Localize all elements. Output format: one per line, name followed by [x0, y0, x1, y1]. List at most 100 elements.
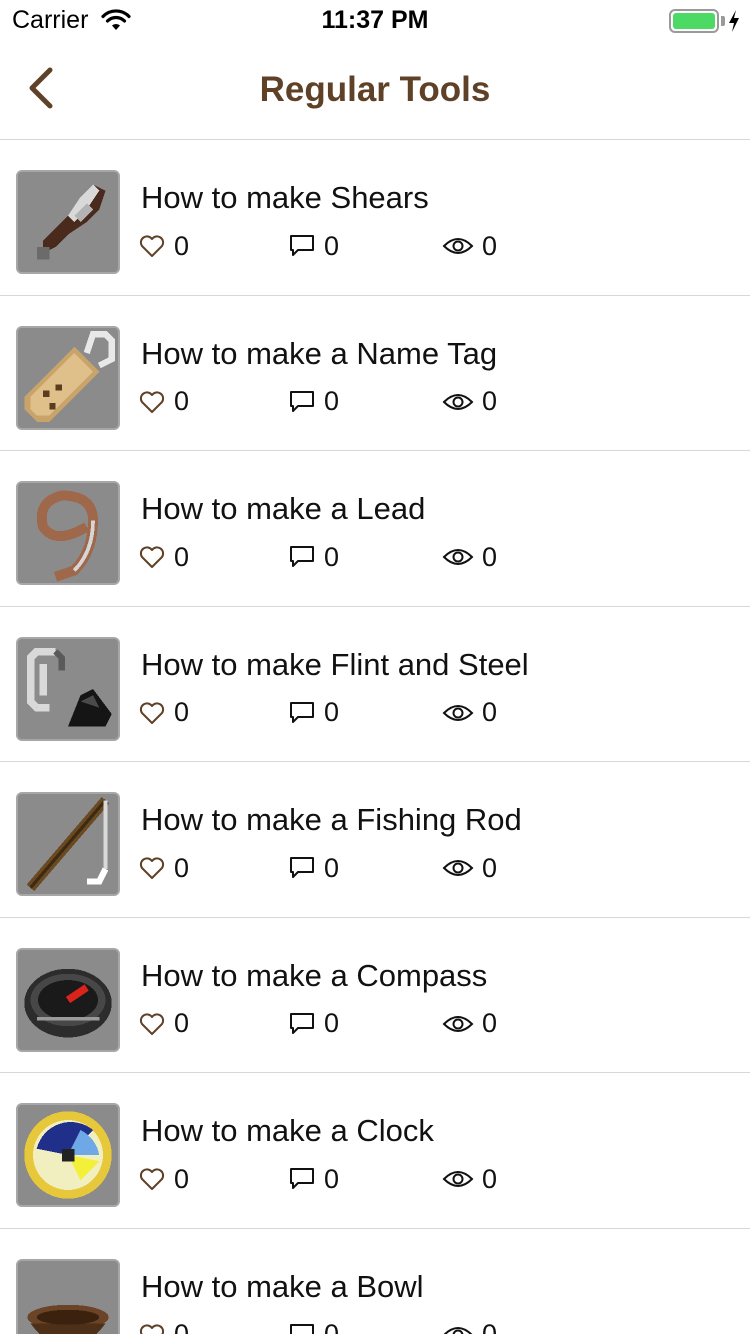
likes-stat: 0	[138, 1319, 189, 1334]
likes-stat: 0	[138, 697, 189, 729]
comments-stat: 0	[288, 1008, 339, 1040]
likes-stat: 0	[138, 852, 189, 884]
views-count: 0	[482, 541, 498, 572]
list-item[interactable]: How to make a Compass 0 0 0	[0, 918, 750, 1073]
comments-stat: 0	[288, 230, 339, 262]
comment-icon	[290, 1012, 314, 1034]
comments-stat: 0	[288, 386, 339, 418]
comments-stat: 0	[288, 1163, 339, 1195]
views-count: 0	[482, 852, 498, 883]
status-bar: Carrier 11:37 PM	[0, 0, 750, 40]
comment-icon	[290, 857, 314, 878]
views-count: 0	[482, 386, 498, 416]
eye-icon	[442, 704, 474, 721]
list-item[interactable]: How to make a Name Tag 0 0 0	[0, 296, 750, 451]
views-count: 0	[482, 1319, 498, 1334]
comments-count: 0	[324, 852, 340, 883]
eye-icon	[442, 1015, 474, 1032]
list-item[interactable]: How to make a Lead 0 0 0	[0, 451, 750, 607]
views-count: 0	[482, 1163, 498, 1194]
comments-stat: 0	[288, 1319, 339, 1334]
item-stats: 0 0 0	[138, 697, 738, 729]
navigation-bar: Regular Tools	[0, 40, 750, 140]
comments-stat: 0	[288, 541, 339, 573]
comment-icon	[290, 235, 314, 256]
heart-icon	[139, 235, 165, 257]
likes-count: 0	[174, 1319, 190, 1334]
item-title: How to make Shears	[141, 180, 429, 215]
comments-count: 0	[324, 230, 340, 261]
battery-icon	[669, 9, 719, 33]
list-item[interactable]: How to make a Clock 0 0 0	[0, 1073, 750, 1229]
page-title: Regular Tools	[259, 70, 491, 109]
comments-count: 0	[324, 1319, 340, 1334]
item-stats: 0 0 0	[138, 852, 738, 884]
views-count: 0	[482, 230, 498, 261]
list-item[interactable]: How to make a Bowl 0 0 0	[0, 1229, 750, 1334]
name-tag-icon	[16, 325, 120, 430]
views-stat: 0	[442, 386, 497, 418]
item-title: How to make a Name Tag	[141, 335, 498, 371]
views-stat: 0	[442, 697, 497, 729]
views-stat: 0	[442, 1008, 497, 1040]
item-stats: 0 0 0	[138, 1319, 738, 1334]
shears-icon	[16, 170, 120, 274]
item-stats: 0 0 0	[138, 541, 738, 573]
item-title: How to make a Bowl	[141, 1268, 424, 1304]
clock-icon	[16, 1103, 120, 1207]
fishing-rod-icon	[16, 792, 120, 896]
list-item[interactable]: How to make a Fishing Rod 0 0 0	[0, 762, 750, 918]
heart-icon	[139, 1323, 165, 1334]
tools-list: How to make Shears 0 0 0 How to make a N…	[0, 140, 750, 1334]
item-title: How to make a Clock	[141, 1113, 434, 1148]
views-stat: 0	[442, 541, 497, 573]
list-item[interactable]: How to make Flint and Steel 0 0 0	[0, 607, 750, 762]
likes-count: 0	[174, 852, 190, 883]
views-stat: 0	[442, 1319, 497, 1334]
item-title: How to make a Fishing Rod	[141, 802, 522, 837]
heart-icon	[139, 701, 165, 724]
eye-icon	[442, 860, 474, 876]
likes-stat: 0	[138, 230, 189, 262]
battery-tip	[721, 16, 725, 26]
comments-count: 0	[324, 1008, 340, 1038]
flint-and-steel-icon	[16, 636, 120, 741]
heart-icon	[139, 1012, 165, 1035]
lead-icon	[16, 481, 120, 585]
likes-count: 0	[174, 230, 190, 261]
heart-icon	[139, 546, 165, 568]
eye-icon	[442, 549, 474, 565]
views-stat: 0	[442, 230, 497, 262]
heart-icon	[139, 1168, 165, 1190]
heart-icon	[139, 390, 165, 413]
list-item[interactable]: How to make Shears 0 0 0	[0, 140, 750, 296]
likes-stat: 0	[138, 541, 189, 573]
charging-bolt-icon	[729, 10, 739, 32]
eye-icon	[442, 1171, 474, 1187]
likes-stat: 0	[138, 1008, 189, 1040]
comments-count: 0	[324, 386, 340, 416]
item-stats: 0 0 0	[138, 386, 738, 418]
views-stat: 0	[442, 1163, 497, 1195]
views-stat: 0	[442, 852, 497, 884]
comment-icon	[290, 1323, 314, 1334]
likes-stat: 0	[138, 386, 189, 418]
eye-icon	[442, 393, 474, 410]
comment-icon	[290, 546, 314, 567]
eye-icon	[442, 238, 474, 254]
status-time: 11:37 PM	[321, 6, 429, 34]
item-stats: 0 0 0	[138, 1008, 738, 1040]
heart-icon	[139, 857, 165, 879]
comments-stat: 0	[288, 697, 339, 729]
comments-count: 0	[324, 1163, 340, 1194]
comment-icon	[290, 1168, 314, 1189]
comment-icon	[290, 390, 314, 412]
views-count: 0	[482, 1008, 498, 1038]
likes-count: 0	[174, 1008, 190, 1038]
eye-icon	[443, 1326, 473, 1334]
item-title: How to make Flint and Steel	[141, 646, 529, 682]
item-stats: 0 0 0	[138, 230, 738, 262]
likes-count: 0	[174, 541, 190, 572]
bowl-icon	[16, 1258, 120, 1334]
comment-icon	[290, 701, 314, 723]
